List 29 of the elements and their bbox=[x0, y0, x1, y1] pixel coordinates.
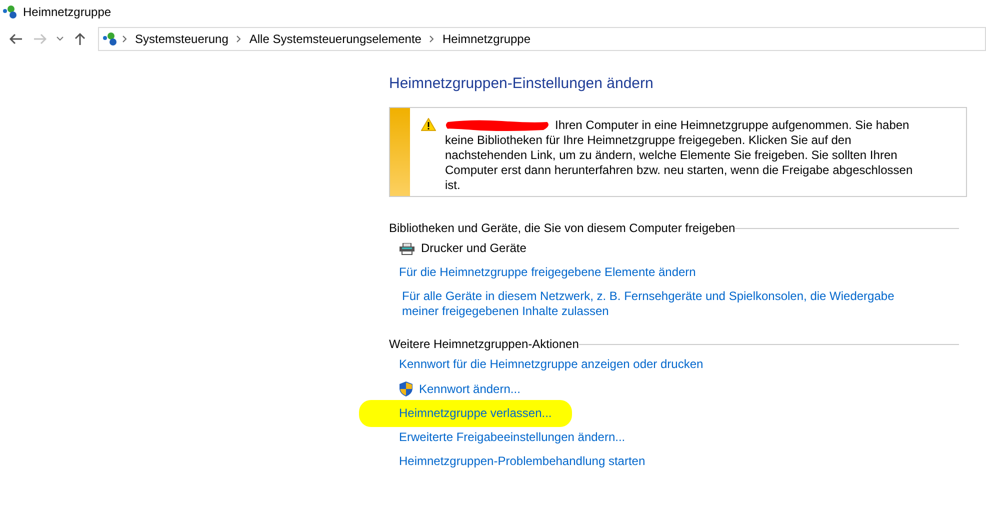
breadcrumb-item[interactable]: Heimnetzgruppe bbox=[438, 32, 535, 46]
action-link[interactable]: Kennwort für die Heimnetzgruppe anzeigen oder drucken bbox=[399, 357, 704, 372]
action-link[interactable]: Kennwort ändern... bbox=[419, 382, 520, 396]
breadcrumb-item[interactable]: Alle Systemsteuerungselemente bbox=[245, 32, 426, 46]
printers-link[interactable]: Drucker und Geräte bbox=[421, 241, 526, 256]
section-heading: Bibliotheken und Geräte, die Sie von diesem Computer freigeben bbox=[389, 221, 736, 235]
address-bar[interactable]: Systemsteuerung Alle Systemsteuerungselemente Heimnetzgruppe bbox=[98, 27, 986, 51]
homegroup-icon bbox=[102, 32, 118, 46]
page-heading: Heimnetzgruppen-Einstellungen ändern bbox=[389, 75, 654, 92]
chevron-icon bbox=[236, 35, 242, 43]
warning-text: Ihren Computer in eine Heimnetzgruppe aufgenommen. Sie haben keine Bibliotheken für Ihre Heimnetzgruppe freigegeben. Klicken Sie auf den nachstehenden Link, um zu ändern, welche Elemente Sie freigeben. Sie sollten Ihren Computer erst dann herunterfahren bzw. neu starten, wenn die Freigabe abgeschlossen ist. bbox=[445, 118, 914, 194]
caret-icon bbox=[56, 36, 64, 42]
section-heading: Weitere Heimnetzgruppen-Aktionen bbox=[389, 337, 579, 351]
chevron-icon bbox=[122, 35, 127, 43]
shield-icon bbox=[399, 381, 413, 397]
action-link[interactable]: Heimnetzgruppen-Problembehandlung starten bbox=[399, 454, 646, 469]
action-link[interactable]: Erweiterte Freigabeeinstellungen ändern... bbox=[399, 430, 626, 445]
printer-icon bbox=[399, 242, 415, 254]
chevron-icon bbox=[429, 35, 434, 43]
action-link[interactable]: Heimnetzgruppe verlassen... bbox=[359, 400, 572, 427]
action-link[interactable]: Für alle Geräte in diesem Netzwerk, z. B. Fernsehgeräte und Spielkonsolen, die Wiedergabe meiner freigegebenen Inhalte zulassen bbox=[399, 289, 932, 319]
right-arrow-icon bbox=[33, 33, 47, 45]
warning-icon bbox=[421, 118, 436, 131]
homegroup-icon bbox=[2, 5, 18, 19]
action-link[interactable]: Für die Heimnetzgruppe freigegebene Elemente ändern bbox=[399, 265, 696, 280]
window-title: Heimnetzgruppe bbox=[23, 5, 112, 19]
up-arrow-icon bbox=[74, 32, 86, 46]
left-arrow-icon bbox=[9, 33, 23, 45]
breadcrumb-item[interactable]: Systemsteuerung bbox=[131, 32, 232, 46]
